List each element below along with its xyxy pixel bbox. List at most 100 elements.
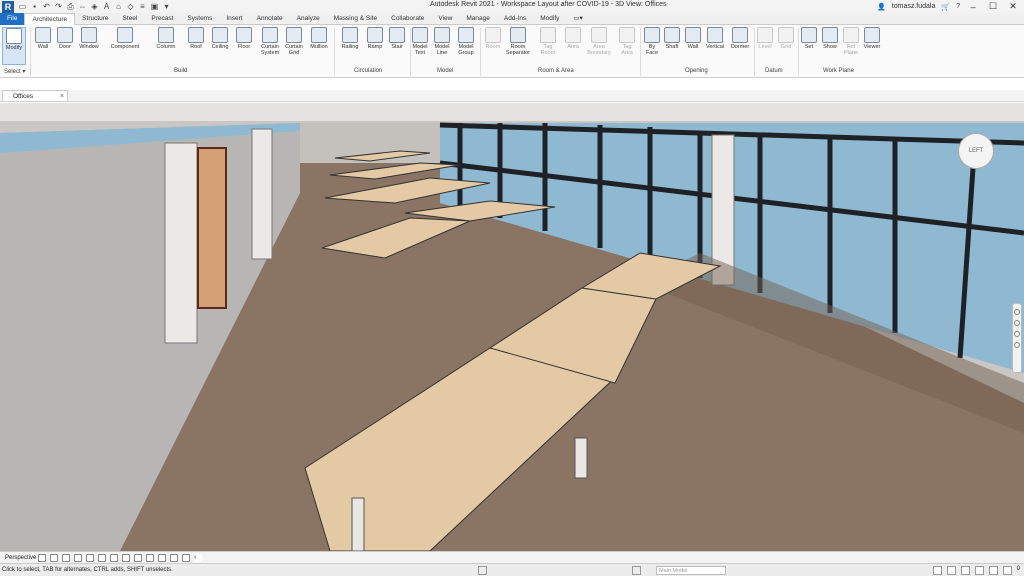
shadows-icon[interactable] [74,553,82,562]
group-select-label: Select [4,69,21,75]
tag-room-label: Tag Room [540,44,556,56]
tab-precast[interactable]: Precast [144,13,180,25]
curtain-grid-icon [286,27,302,43]
orbit-icon[interactable] [1014,342,1020,348]
tab-modify[interactable]: Modify [533,13,566,25]
cart-icon[interactable]: 🛒 [941,3,950,11]
tab-systems[interactable]: Systems [180,13,219,25]
maximize-icon[interactable]: ☐ [986,1,1000,12]
filter-icon[interactable] [1002,566,1012,575]
3d-viewport[interactable]: LEFT [0,103,1024,551]
ribbon-toggle-icon[interactable]: ▭▾ [566,13,589,25]
tab-annotate[interactable]: Annotate [250,13,290,25]
zoom-icon[interactable] [1014,320,1020,326]
render-icon[interactable] [86,553,94,562]
view-mode-label[interactable]: Perspective [0,555,38,561]
drag-on-select-icon[interactable] [988,566,998,575]
measure-icon[interactable]: ⇔ [78,2,87,11]
view-tab-offices[interactable]: Offices × [2,90,68,102]
viewer-button[interactable]: Viewer [857,27,887,50]
group-select[interactable]: Select ▾ [4,68,25,75]
tab-analyze[interactable]: Analyze [290,13,327,25]
column-button[interactable]: Column [151,27,181,50]
window-button[interactable]: Window [74,27,104,50]
workset-icon[interactable] [478,566,487,575]
modify-button[interactable]: Modify [2,27,26,65]
group-room-area: Room & Area [538,68,574,74]
active-model-combo[interactable]: Main Model [656,566,726,575]
select-links-icon[interactable] [932,566,942,575]
ceiling-label: Ceiling [211,44,229,50]
select-face-icon[interactable] [974,566,984,575]
level-label: Level [758,44,772,50]
mullion-button[interactable]: Mullion [304,27,334,50]
tab-view[interactable]: View [431,13,459,25]
tab-structure[interactable]: Structure [75,13,115,25]
undo-icon[interactable]: ↶ [42,2,51,11]
minimize-icon[interactable]: – [966,2,980,12]
tab-add-ins[interactable]: Add-Ins [497,13,533,25]
tab-insert[interactable]: Insert [219,13,249,25]
select-underlay-icon[interactable] [946,566,956,575]
desk-leg [351,497,365,551]
show-crop-icon[interactable] [122,553,130,562]
select-pinned-icon[interactable] [960,566,970,575]
set-label: Set [804,44,814,50]
tag-icon[interactable]: ◈ [90,2,99,11]
room-separator-icon [510,27,526,43]
detail-level-icon[interactable] [38,553,46,562]
steering-wheel-icon[interactable] [1014,309,1020,315]
floor-label: Floor [237,44,251,50]
design-options-icon[interactable] [632,566,641,575]
tab-manage[interactable]: Manage [459,13,497,25]
user-icon[interactable]: 👤 [877,3,886,11]
component-button[interactable]: Component [110,27,140,50]
area-boundary-icon [591,27,607,43]
reveal-hidden-icon[interactable] [146,553,154,562]
area-boundary-button[interactable]: Area Boundary [584,27,614,56]
crop-view-icon[interactable] [110,553,118,562]
filter-count: 0 [1016,566,1020,572]
visual-style-icon[interactable] [50,553,58,562]
model-group-button[interactable]: Model Group [451,27,481,56]
save-icon[interactable]: ▪ [30,2,39,11]
status-message: Click to select, TAB for alternates, CTR… [2,567,173,573]
component-icon [117,27,133,43]
print-icon[interactable]: ⎙ [66,2,75,11]
room-separator-button[interactable]: Room Separator [503,27,533,56]
highlight-icon[interactable] [182,553,190,562]
viewcube[interactable]: LEFT [958,133,994,169]
collapse-icon[interactable]: ‹ [194,553,202,562]
revit-logo[interactable]: R [2,0,14,13]
tab-steel[interactable]: Steel [116,13,145,25]
sections-icon[interactable]: ◇ [126,2,135,11]
lock-view-icon[interactable] [98,553,106,562]
tab-architecture[interactable]: Architecture [24,12,76,25]
help-icon[interactable]: ? [956,3,960,10]
desk-leg [574,437,588,479]
user-name[interactable]: tomasz.fudala [892,3,936,10]
pan-icon[interactable] [1014,331,1020,337]
title-right: 👤 tomasz.fudala 🛒 ? – ☐ ✕ [877,0,1020,13]
title-bar: R ▭ ▪ ↶ ↷ ⎙ ⇔ ◈ A ⌂ ◇ ≡ ▣ ▾ Autodesk Rev… [0,0,1024,13]
switch-windows-icon[interactable]: ▣ [150,2,159,11]
open-icon[interactable]: ▭ [18,2,27,11]
redo-icon[interactable]: ↷ [54,2,63,11]
tab-collaborate[interactable]: Collaborate [384,13,431,25]
area-icon [565,27,581,43]
tab-massing-site[interactable]: Massing & Site [327,13,384,25]
window-label: Window [79,44,99,50]
text-icon[interactable]: A [102,2,111,11]
ceiling-icon [212,27,228,43]
analytical-model-icon[interactable] [170,553,178,562]
3d-view-icon[interactable]: ⌂ [114,2,123,11]
view-tab-close-icon[interactable]: × [60,91,64,102]
temp-hide-icon[interactable] [134,553,142,562]
worksharing-icon[interactable] [158,553,166,562]
customize-qat-icon[interactable]: ▾ [162,2,171,11]
sun-path-icon[interactable] [62,553,70,562]
mullion-label: Mullion [310,44,328,50]
thin-lines-icon[interactable]: ≡ [138,2,147,11]
close-icon[interactable]: ✕ [1006,1,1020,12]
tab-file[interactable]: File [0,12,25,25]
